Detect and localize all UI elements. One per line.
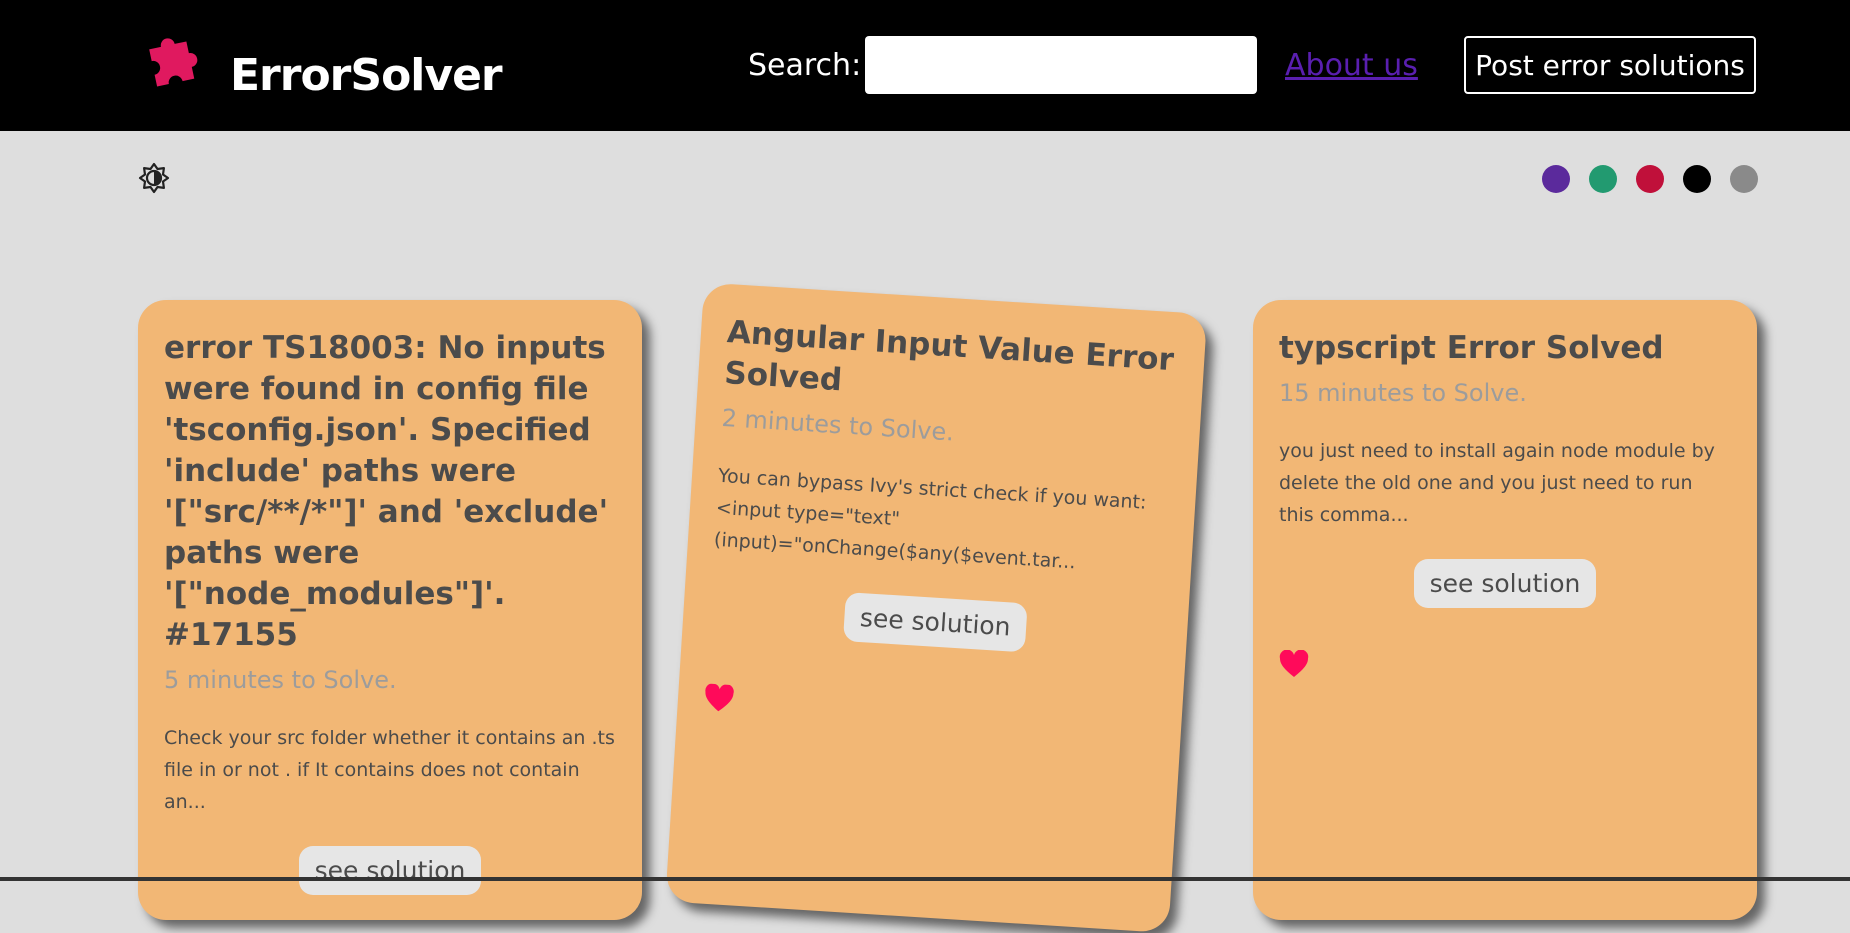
solution-card[interactable]: Angular Input Value Error Solved 2 minut… [665,282,1208,933]
heart-icon[interactable] [1279,650,1309,678]
puzzle-logo-icon[interactable] [146,30,206,90]
card-solve-time: 15 minutes to Solve. [1279,379,1527,407]
theme-color-green[interactable] [1589,165,1617,193]
card-excerpt: Check your src folder whether it contain… [164,727,615,813]
top-navbar: ErrorSolver Search: About us Post error … [0,0,1850,131]
brand-title[interactable]: ErrorSolver [230,50,503,101]
theme-color-red[interactable] [1636,165,1664,193]
theme-color-purple[interactable] [1542,165,1570,193]
card-title[interactable]: typscript Error Solved [1279,328,1731,369]
card-title[interactable]: error TS18003: No inputs were found in c… [164,328,616,656]
see-solution-button[interactable]: see solution [298,846,482,895]
search-input[interactable] [865,36,1257,94]
see-solution-button[interactable]: see solution [842,592,1029,653]
card-title[interactable]: Angular Input Value Error Solved [723,312,1179,422]
card-excerpt: You can bypass Ivy's strict check if you… [713,464,1148,574]
see-solution-button[interactable]: see solution [1413,559,1597,608]
theme-color-black[interactable] [1683,165,1711,193]
heart-icon[interactable] [703,683,735,713]
post-error-solutions-button[interactable]: Post error solutions [1464,36,1756,94]
card-excerpt: you just need to install again node modu… [1279,440,1715,526]
card-solve-time: 5 minutes to Solve. [164,666,397,694]
theme-toggle-icon[interactable] [138,162,170,194]
page-bottom-edge [0,877,1850,881]
solution-card[interactable]: typscript Error Solved 15 minutes to Sol… [1253,300,1757,920]
solution-card[interactable]: error TS18003: No inputs were found in c… [138,300,642,920]
about-us-link[interactable]: About us [1285,48,1418,83]
search-label: Search: [748,48,862,83]
theme-color-gray[interactable] [1730,165,1758,193]
